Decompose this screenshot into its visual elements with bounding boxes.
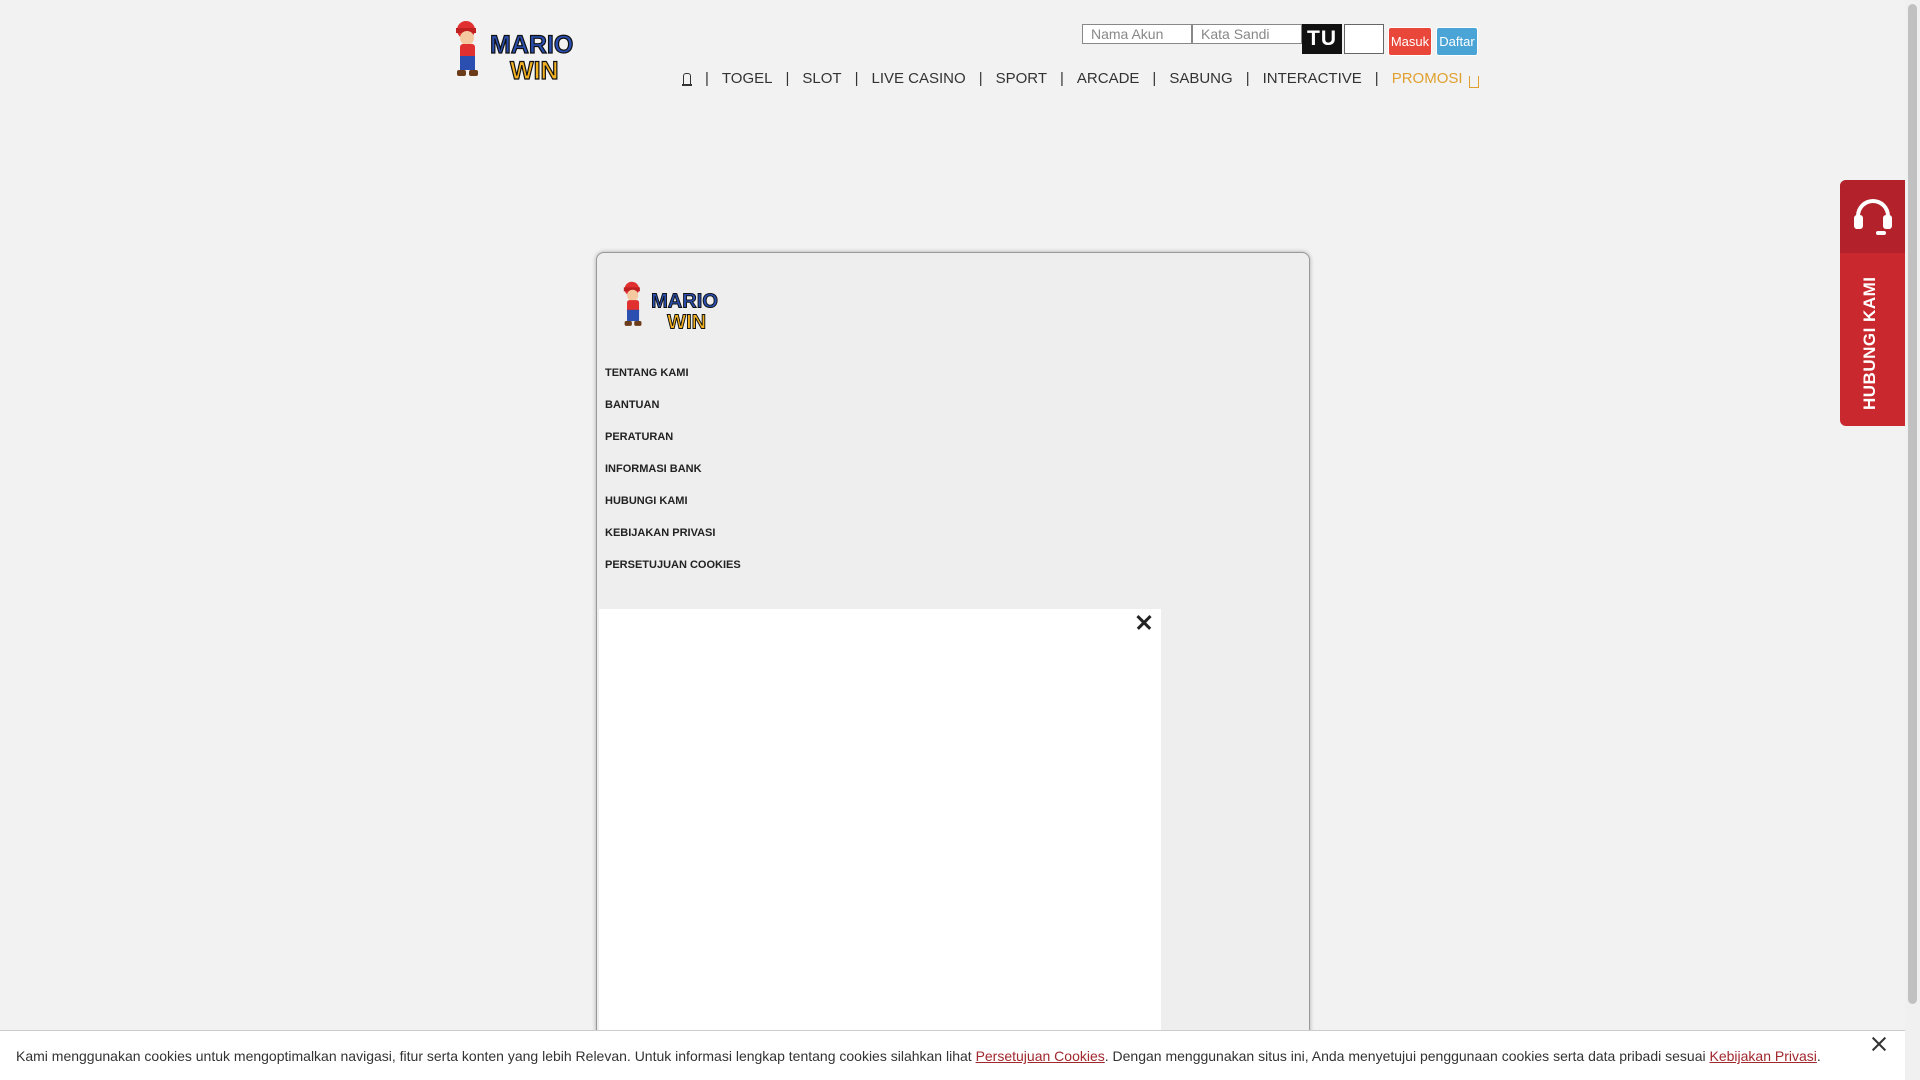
mariowin-logo[interactable]: MARIO WIN bbox=[450, 16, 602, 84]
contact-tab[interactable]: HUBUNGI KAMI bbox=[1840, 180, 1905, 426]
nav-item-promosi[interactable]: PROMOSI bbox=[1392, 70, 1463, 87]
password-input[interactable] bbox=[1192, 24, 1302, 44]
close-icon[interactable] bbox=[1133, 611, 1155, 633]
header: MARIO WIN TU Masuk Daftar | TOGEL | SLOT… bbox=[0, 0, 1905, 110]
main-nav: | TOGEL | SLOT | LIVE CASINO | SPORT | A… bbox=[682, 70, 1479, 88]
svg-text:MARIO: MARIO bbox=[490, 31, 573, 59]
cookie-text: . Dengan menggunakan situs ini, Anda men… bbox=[1104, 1048, 1710, 1064]
menu-item-hubungi-kami[interactable]: HUBUNGI KAMI bbox=[605, 485, 741, 517]
cookie-text: Kami menggunakan cookies untuk mengoptim… bbox=[16, 1048, 976, 1064]
svg-text:WIN: WIN bbox=[667, 311, 706, 333]
nav-item-interactive[interactable]: INTERACTIVE bbox=[1263, 70, 1362, 87]
menu-item-persetujuan-cookies[interactable]: PERSETUJUAN COOKIES bbox=[605, 549, 741, 581]
modal-mariowin-logo: MARIO WIN bbox=[623, 281, 718, 333]
nav-item-live-casino[interactable]: LIVE CASINO bbox=[871, 70, 965, 87]
nav-separator: | bbox=[785, 70, 790, 87]
contact-tab-label: HUBUNGI KAMI bbox=[1860, 276, 1879, 411]
nav-separator: | bbox=[705, 70, 709, 87]
captcha-input[interactable] bbox=[1344, 24, 1384, 54]
svg-text:WIN: WIN bbox=[510, 57, 559, 84]
headset-icon bbox=[1853, 197, 1892, 237]
cookie-banner: Kami menggunakan cookies untuk mengoptim… bbox=[0, 1030, 1905, 1080]
nav-separator: | bbox=[1152, 70, 1157, 87]
nav-separator: | bbox=[1245, 70, 1250, 87]
nav-separator: | bbox=[1060, 70, 1064, 87]
menu-item-tentang-kami[interactable]: TENTANG KAMI bbox=[605, 357, 741, 389]
login-form: TU Masuk Daftar bbox=[1082, 24, 1478, 56]
home-icon[interactable] bbox=[682, 72, 692, 86]
popup-content-frame bbox=[599, 609, 1161, 1080]
gift-icon[interactable] bbox=[1468, 75, 1479, 88]
nav-item-sabung[interactable]: SABUNG bbox=[1169, 70, 1232, 87]
cookie-text: . bbox=[1816, 1048, 1821, 1064]
page-scrollbar[interactable] bbox=[1905, 0, 1920, 1080]
nav-separator: | bbox=[978, 70, 983, 87]
login-button[interactable]: Masuk bbox=[1388, 27, 1432, 56]
menu-item-kebijakan-privasi[interactable]: KEBIJAKAN PRIVASI bbox=[605, 517, 741, 549]
nav-item-sport[interactable]: SPORT bbox=[996, 70, 1047, 87]
menu-item-peraturan[interactable]: PERATURAN bbox=[605, 421, 741, 453]
privacy-policy-link[interactable]: Kebijakan Privasi bbox=[1710, 1048, 1817, 1064]
cookie-close-icon[interactable] bbox=[1868, 1033, 1890, 1055]
nav-item-slot[interactable]: SLOT bbox=[802, 70, 841, 87]
captcha-image: TU bbox=[1302, 24, 1342, 54]
nav-separator: | bbox=[1374, 70, 1379, 87]
info-modal: MARIO WIN TENTANG KAMI BANTUAN PERATURAN… bbox=[596, 252, 1310, 1080]
register-button[interactable]: Daftar bbox=[1436, 27, 1478, 56]
cookie-consent-link[interactable]: Persetujuan Cookies bbox=[976, 1048, 1105, 1064]
nav-item-arcade[interactable]: ARCADE bbox=[1077, 70, 1140, 87]
contact-tab-header bbox=[1840, 180, 1905, 253]
nav-separator: | bbox=[854, 70, 859, 87]
modal-menu: TENTANG KAMI BANTUAN PERATURAN INFORMASI… bbox=[605, 357, 741, 581]
scrollbar-thumb[interactable] bbox=[1908, 4, 1917, 1004]
menu-item-informasi-bank[interactable]: INFORMASI BANK bbox=[605, 453, 741, 485]
menu-item-bantuan[interactable]: BANTUAN bbox=[605, 389, 741, 421]
svg-text:MARIO: MARIO bbox=[651, 290, 718, 312]
username-input[interactable] bbox=[1082, 24, 1192, 44]
nav-item-togel[interactable]: TOGEL bbox=[722, 70, 773, 87]
